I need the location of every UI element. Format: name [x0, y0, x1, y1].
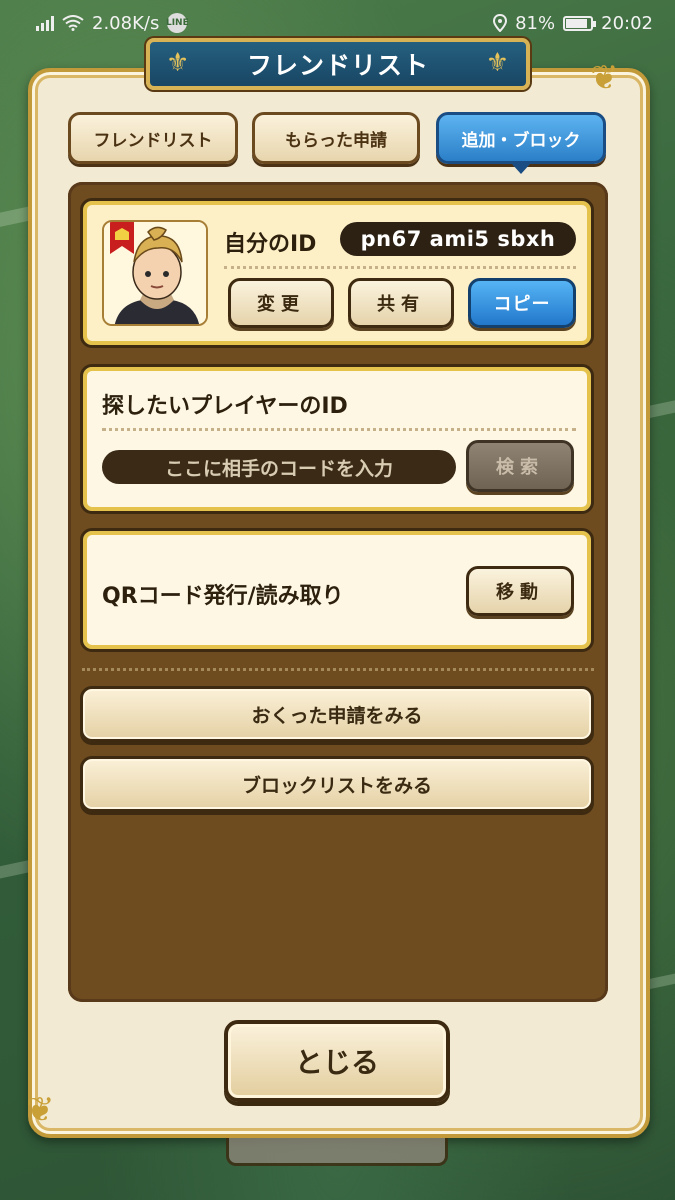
- avatar: [102, 220, 208, 326]
- tab-friend-list[interactable]: フレンドリスト: [68, 112, 238, 164]
- location-icon: [493, 14, 508, 32]
- battery-icon: [563, 15, 597, 31]
- fleur-de-lis-icon: ⚜: [166, 48, 191, 78]
- panel-title-text: フレンドリスト: [246, 51, 429, 80]
- signal-icon: [36, 15, 54, 31]
- line-app-icon: LINE: [166, 13, 189, 33]
- copy-id-button[interactable]: コピー: [468, 278, 576, 328]
- tab-add-block[interactable]: 追加・ブロック: [436, 112, 606, 164]
- active-tab-pointer-icon: [512, 164, 530, 174]
- change-id-button[interactable]: 変更: [228, 278, 334, 328]
- view-block-list-button[interactable]: ブロックリストをみる: [80, 756, 594, 812]
- dotted-divider: [224, 266, 576, 269]
- tab-received-requests[interactable]: もらった申請: [252, 112, 420, 164]
- my-id-label: 自分のID: [224, 232, 317, 257]
- qr-label: QRコード発行/読み取り: [102, 584, 344, 609]
- qr-move-button[interactable]: 移動: [466, 566, 574, 616]
- share-id-button[interactable]: 共有: [348, 278, 454, 328]
- player-id-input[interactable]: ここに相手のコードを入力: [102, 450, 456, 484]
- dotted-divider: [102, 428, 576, 431]
- clock: 20:02: [601, 12, 653, 34]
- panel-title: ⚜ フレンドリスト ⚜: [146, 38, 530, 90]
- dotted-divider: [82, 668, 594, 671]
- wifi-icon: [62, 15, 84, 31]
- search-button[interactable]: 検索: [466, 440, 574, 492]
- ornament-corner-icon: ❦: [590, 58, 619, 98]
- search-label: 探したいプレイヤーのID: [102, 394, 348, 419]
- close-button[interactable]: とじる: [224, 1020, 450, 1102]
- ornament-corner-icon: ❦: [26, 1090, 55, 1130]
- my-id-value: pn67 ami5 sbxh: [340, 222, 576, 256]
- fleur-de-lis-icon: ⚜: [485, 48, 510, 78]
- underlying-tab: [226, 1138, 448, 1166]
- network-speed: 2.08K/s: [92, 12, 160, 34]
- view-sent-requests-button[interactable]: おくった申請をみる: [80, 686, 594, 742]
- battery-percent: 81%: [515, 12, 556, 34]
